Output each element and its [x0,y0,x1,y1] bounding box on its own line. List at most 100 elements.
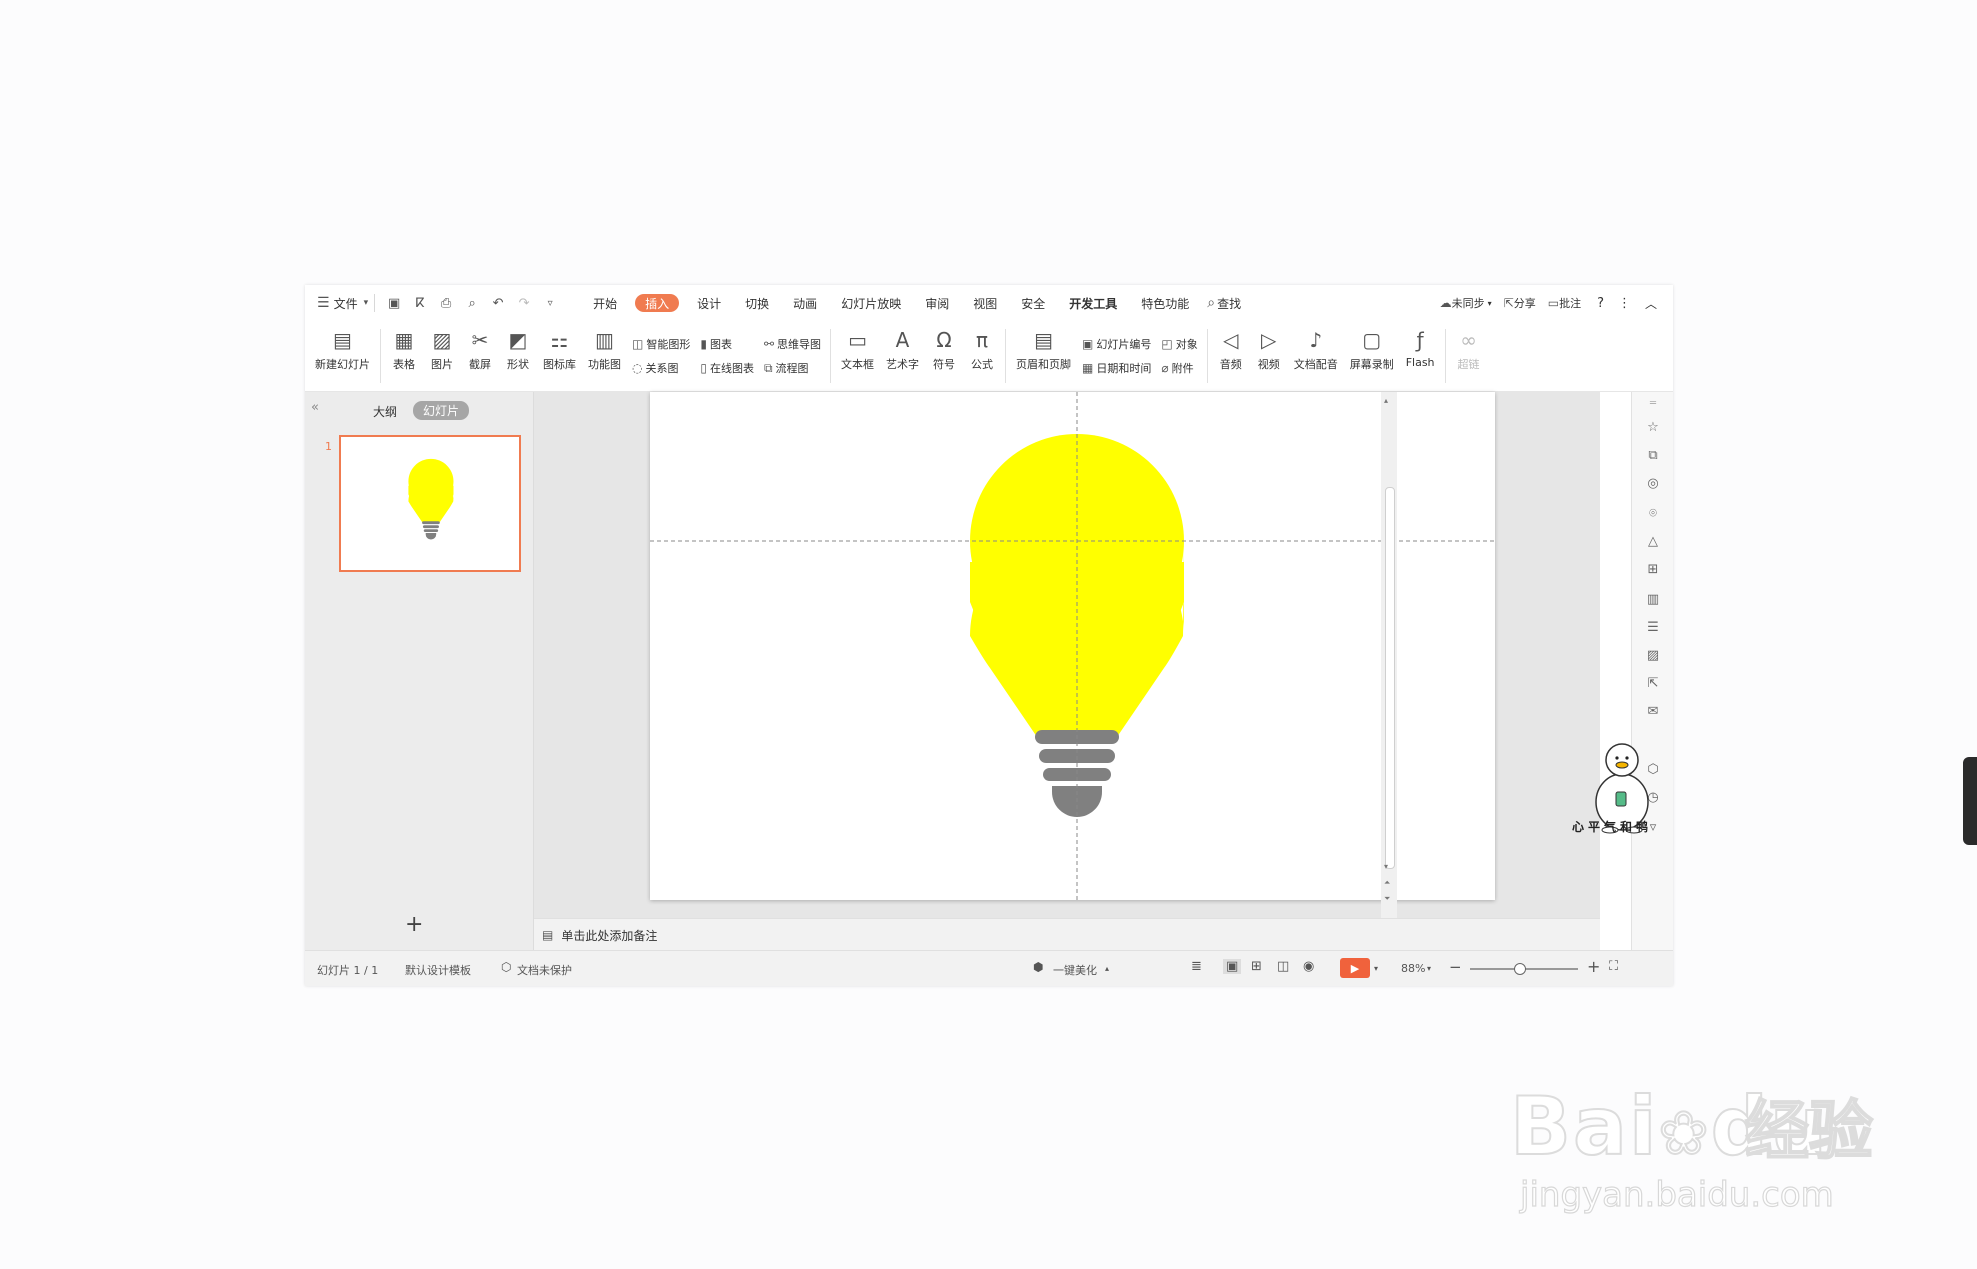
tab-animation[interactable]: 动画 [781,285,829,321]
print-preview-icon[interactable]: ⌕ [461,292,483,314]
tab-features[interactable]: 特色功能 [1129,285,1201,321]
zoom-out-button[interactable]: − [1449,958,1462,976]
audio-button[interactable]: ◁ 音频 [1212,321,1250,391]
mindmap-button[interactable]: ⚯ 思维导图 [764,332,821,356]
chevron-down-icon[interactable]: ▾ [1374,964,1378,973]
zoom-in-button[interactable]: + [1587,957,1600,976]
beautify-button[interactable]: 一键美化 [1053,962,1097,978]
next-slide-icon[interactable]: ⏷ [1384,894,1390,904]
add-slide-button[interactable]: + [405,912,423,937]
zoom-slider[interactable] [1470,963,1578,975]
export-icon[interactable]: ⇱ [1644,674,1662,692]
datetime-button[interactable]: ▦ 日期和时间 [1082,356,1151,380]
sync-button[interactable]: ☁ 未同步 ▾ [1440,285,1492,321]
chart-button[interactable]: ▮ 图表 [700,332,754,356]
header-footer-button[interactable]: ▤ 页眉和页脚 [1010,321,1077,391]
drag-handle-icon[interactable]: ═ [1644,394,1662,412]
tab-slides[interactable]: 幻灯片 [413,401,470,420]
slide-sorter-icon[interactable]: ⊞ [1251,960,1262,973]
scrollbar-thumb[interactable] [1385,487,1395,869]
customize-toolbar-icon[interactable]: ▿ [539,292,561,314]
star-icon[interactable]: ☆ [1644,418,1662,436]
tab-design[interactable]: 设计 [685,285,733,321]
bar-chart-icon[interactable]: ▥ [1644,590,1662,608]
prev-slide-icon[interactable]: ⏶ [1384,878,1390,888]
hyperlink-button[interactable]: ∞ 超链 [1450,321,1488,391]
align-icon[interactable]: ≣ [1191,960,1202,973]
smart-graphic-icon: ◫ [632,337,644,351]
zoom-level[interactable]: 88% [1401,962,1425,975]
picture-button[interactable]: ▨ 图片 [423,321,461,391]
chevron-down-icon[interactable]: ▾ [1427,964,1431,973]
formula-button[interactable]: π 公式 [963,321,1001,391]
tab-transition[interactable]: 切换 [733,285,781,321]
play-slideshow-button[interactable]: ▶ [1340,958,1370,978]
slide-thumbnail[interactable] [339,435,521,572]
online-chart-button[interactable]: ▯ 在线图表 [700,356,754,380]
mail-icon[interactable]: ✉ [1644,702,1662,720]
triangle-icon[interactable]: △ [1644,532,1662,550]
tab-insert[interactable]: 插入 [635,294,680,312]
flash-button[interactable]: ƒ Flash [1400,321,1441,391]
scroll-up-icon[interactable]: ▴ [1384,396,1388,405]
grid-icon[interactable]: ⊞ [1644,560,1662,578]
table-button[interactable]: ▦ 表格 [385,321,423,391]
format-painter-icon[interactable]: ⴽ [409,292,431,314]
protection-status[interactable]: 文档未保护 [517,962,572,978]
search-button[interactable]: ⌕ 查找 [1207,285,1241,321]
comment-button[interactable]: ▭ 批注 [1548,285,1581,321]
flowchart-button[interactable]: ⧉ 流程图 [764,356,821,380]
function-chart-button[interactable]: ▥ 功能图 [582,321,627,391]
notes-area[interactable]: ▤ 单击此处添加备注 [534,918,1600,951]
new-slide-button[interactable]: ▤ 新建幻灯片 [305,321,376,391]
tab-developer[interactable]: 开发工具 [1057,285,1129,321]
redo-icon[interactable]: ↷ [513,292,535,314]
normal-view-icon[interactable]: ▣ [1223,959,1242,974]
help-button[interactable]: ? [1597,296,1604,311]
tab-outline[interactable]: 大纲 [373,403,397,420]
fit-window-icon[interactable]: ⛶ [1609,960,1618,973]
edge-widget[interactable] [1963,757,1977,845]
shapes-icon[interactable]: ◎ [1644,474,1662,492]
save-icon[interactable]: ▣ [383,292,405,314]
attachment-button[interactable]: ⌀ 附件 [1161,356,1197,380]
file-menu[interactable]: ☰ 文件 ▾ [317,285,368,321]
sliders-icon[interactable]: ☰ [1644,618,1662,636]
wordart-button[interactable]: A 艺术字 [880,321,925,391]
collapse-ribbon-icon[interactable]: ︿ [1645,295,1657,312]
screenshot-button[interactable]: ✂ 截屏 [461,321,499,391]
lightbulb-graphic[interactable] [650,392,1495,900]
vertical-scrollbar[interactable]: ▴ ▾ ⏶ ⏷ [1381,392,1397,918]
presenter-view-icon[interactable]: ◉ [1303,960,1314,973]
chevron-up-icon[interactable]: ▴ [1105,964,1109,973]
image-icon[interactable]: ▨ [1644,646,1662,664]
icon-library-button[interactable]: ⚏ 图标库 [537,321,582,391]
tab-slideshow[interactable]: 幻灯片放映 [829,285,913,321]
object-button[interactable]: ◰ 对象 [1161,332,1197,356]
more-icon[interactable]: ⋮ [1618,296,1631,311]
print-icon[interactable]: ⎙ [435,292,457,314]
collapse-panel-icon[interactable]: « [311,400,319,415]
undo-icon[interactable]: ↶ [487,292,509,314]
slide-number-button[interactable]: ▣ 幻灯片编号 [1082,332,1151,356]
screen-record-button[interactable]: ▢ 屏幕录制 [1344,321,1400,391]
tab-view[interactable]: 视图 [961,285,1009,321]
video-button[interactable]: ▷ 视频 [1250,321,1288,391]
copy-icon[interactable]: ⧉ [1644,446,1662,464]
tab-home[interactable]: 开始 [581,285,629,321]
textbox-button[interactable]: ▭ 文本框 [835,321,880,391]
reading-view-icon[interactable]: ◫ [1277,960,1289,973]
scroll-down-icon[interactable]: ▾ [1384,862,1388,871]
doc-dub-button[interactable]: ♪ 文档配音 [1288,321,1344,391]
shape-button[interactable]: ◩ 形状 [499,321,537,391]
tab-security[interactable]: 安全 [1009,285,1057,321]
template-name[interactable]: 默认设计模板 [405,962,471,978]
location-icon[interactable]: ⌾ [1644,504,1662,522]
relation-button[interactable]: ◌ 关系图 [632,356,690,380]
slide-canvas[interactable] [650,392,1495,900]
zoom-slider-knob[interactable] [1513,963,1526,975]
tab-review[interactable]: 审阅 [913,285,961,321]
smart-graphic-button[interactable]: ◫ 智能图形 [632,332,690,356]
symbol-button[interactable]: Ω 符号 [925,321,963,391]
share-button[interactable]: ⇱ 分享 [1504,285,1536,321]
